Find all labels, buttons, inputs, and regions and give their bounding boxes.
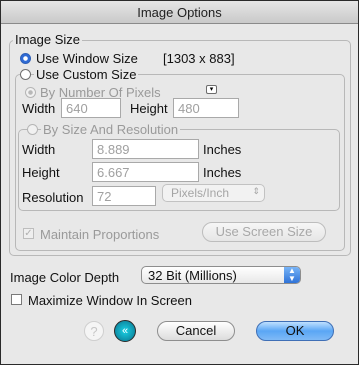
color-depth-select[interactable]: 32 Bit (Millions) ▲ ▼ bbox=[141, 266, 301, 284]
maintain-proportions-label: Maintain Proportions bbox=[40, 227, 160, 242]
color-depth-label: Image Color Depth bbox=[10, 270, 120, 285]
title-bar[interactable]: Image Options bbox=[1, 1, 358, 24]
window-size-value: [1303 x 883] bbox=[163, 51, 235, 66]
use-custom-size-label[interactable]: Use Custom Size bbox=[34, 67, 139, 82]
dialog-window: Image Options Image Size Use Window Size… bbox=[0, 0, 359, 365]
res-width-unit: Inches bbox=[203, 142, 242, 157]
res-width-input[interactable]: 8.889 bbox=[92, 139, 199, 159]
by-pixels-radio[interactable] bbox=[25, 87, 36, 98]
maximize-window-checkbox[interactable] bbox=[11, 294, 22, 305]
cancel-button[interactable]: Cancel bbox=[157, 321, 235, 341]
resolution-input[interactable]: 72 bbox=[92, 186, 156, 206]
res-height-label: Height bbox=[22, 165, 60, 180]
width-label: Width bbox=[22, 101, 56, 116]
use-custom-size-radio[interactable] bbox=[20, 69, 31, 80]
res-height-input[interactable]: 6.667 bbox=[92, 162, 199, 182]
use-screen-size-button[interactable]: Use Screen Size bbox=[202, 222, 326, 242]
color-depth-value: 32 Bit (Millions) bbox=[148, 268, 237, 283]
resolution-unit-popup[interactable]: Pixels/Inch ⇕ bbox=[162, 184, 265, 202]
popup-arrow-icon[interactable]: ▾ bbox=[206, 85, 217, 94]
res-height-unit: Inches bbox=[203, 165, 242, 180]
ok-button[interactable]: OK bbox=[256, 321, 334, 341]
window-title: Image Options bbox=[137, 5, 222, 20]
by-size-resolution-label: By Size And Resolution bbox=[41, 122, 181, 137]
resolution-unit-value: Pixels/Inch bbox=[171, 186, 230, 200]
height-input[interactable]: 480 bbox=[173, 98, 239, 118]
help-icon[interactable]: ? bbox=[84, 321, 104, 341]
height-label: Height bbox=[130, 101, 168, 116]
use-window-size-radio[interactable] bbox=[20, 53, 31, 64]
resolution-label: Resolution bbox=[22, 190, 84, 205]
popup-arrow-icon: ▲ ▼ bbox=[284, 267, 300, 283]
by-size-resolution-radio[interactable] bbox=[27, 124, 38, 135]
popup-arrow-icon: ⇕ bbox=[252, 186, 260, 196]
back-arrows-icon[interactable]: « bbox=[114, 320, 136, 342]
maximize-window-label[interactable]: Maximize Window In Screen bbox=[28, 293, 192, 308]
width-input[interactable]: 640 bbox=[61, 98, 121, 118]
use-window-size-label[interactable]: Use Window Size bbox=[36, 51, 138, 66]
res-width-label: Width bbox=[22, 142, 56, 157]
maintain-proportions-checkbox[interactable]: ✓ bbox=[23, 228, 34, 239]
image-size-label: Image Size bbox=[13, 32, 83, 47]
